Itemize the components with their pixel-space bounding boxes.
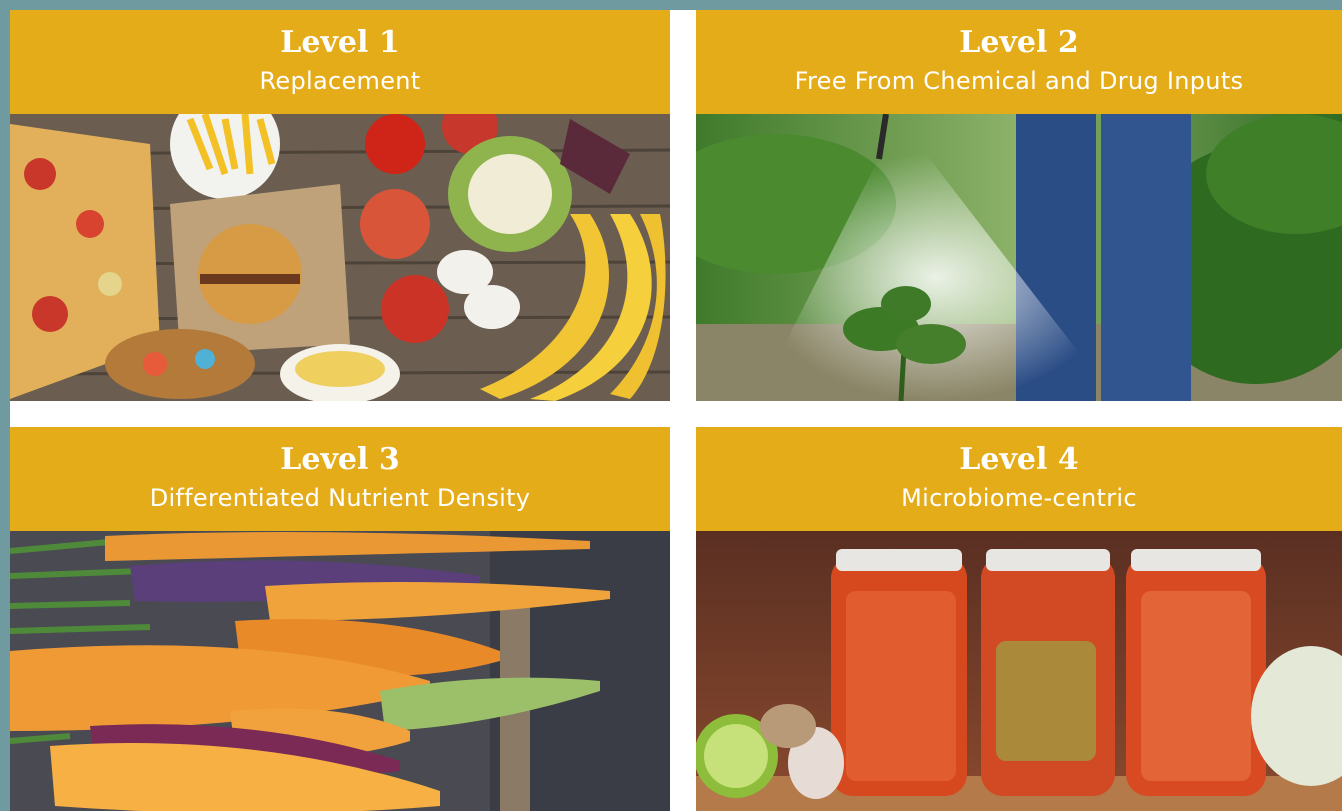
level-2-header: Level 2 Free From Chemical and Drug Inpu… [696,10,1342,114]
junk-food-vs-fruit-photo [10,114,670,401]
level-4-card: Level 4 Microbiome-centric [696,427,1342,811]
level-4-subtitle: Microbiome-centric [901,484,1137,512]
level-2-subtitle: Free From Chemical and Drug Inputs [794,67,1244,95]
level-3-title: Level 3 [280,442,400,477]
level-1-header: Level 1 Replacement [10,10,670,114]
crop-spraying-photo [696,114,1342,401]
level-3-header: Level 3 Differentiated Nutrient Density [10,427,670,531]
level-1-card: Level 1 Replacement [10,10,670,401]
frame-left-border [0,0,10,811]
frame-top-border [0,0,1342,10]
level-1-subtitle: Replacement [259,67,421,95]
level-3-subtitle: Differentiated Nutrient Density [149,484,531,512]
heirloom-carrots-photo [10,531,670,811]
level-4-header: Level 4 Microbiome-centric [696,427,1342,531]
level-2-card: Level 2 Free From Chemical and Drug Inpu… [696,10,1342,401]
kimchi-jars-photo [696,531,1342,811]
level-2-title: Level 2 [959,25,1079,60]
level-1-title: Level 1 [280,25,400,60]
level-4-title: Level 4 [959,442,1079,477]
level-3-card: Level 3 Differentiated Nutrient Density [10,427,670,811]
